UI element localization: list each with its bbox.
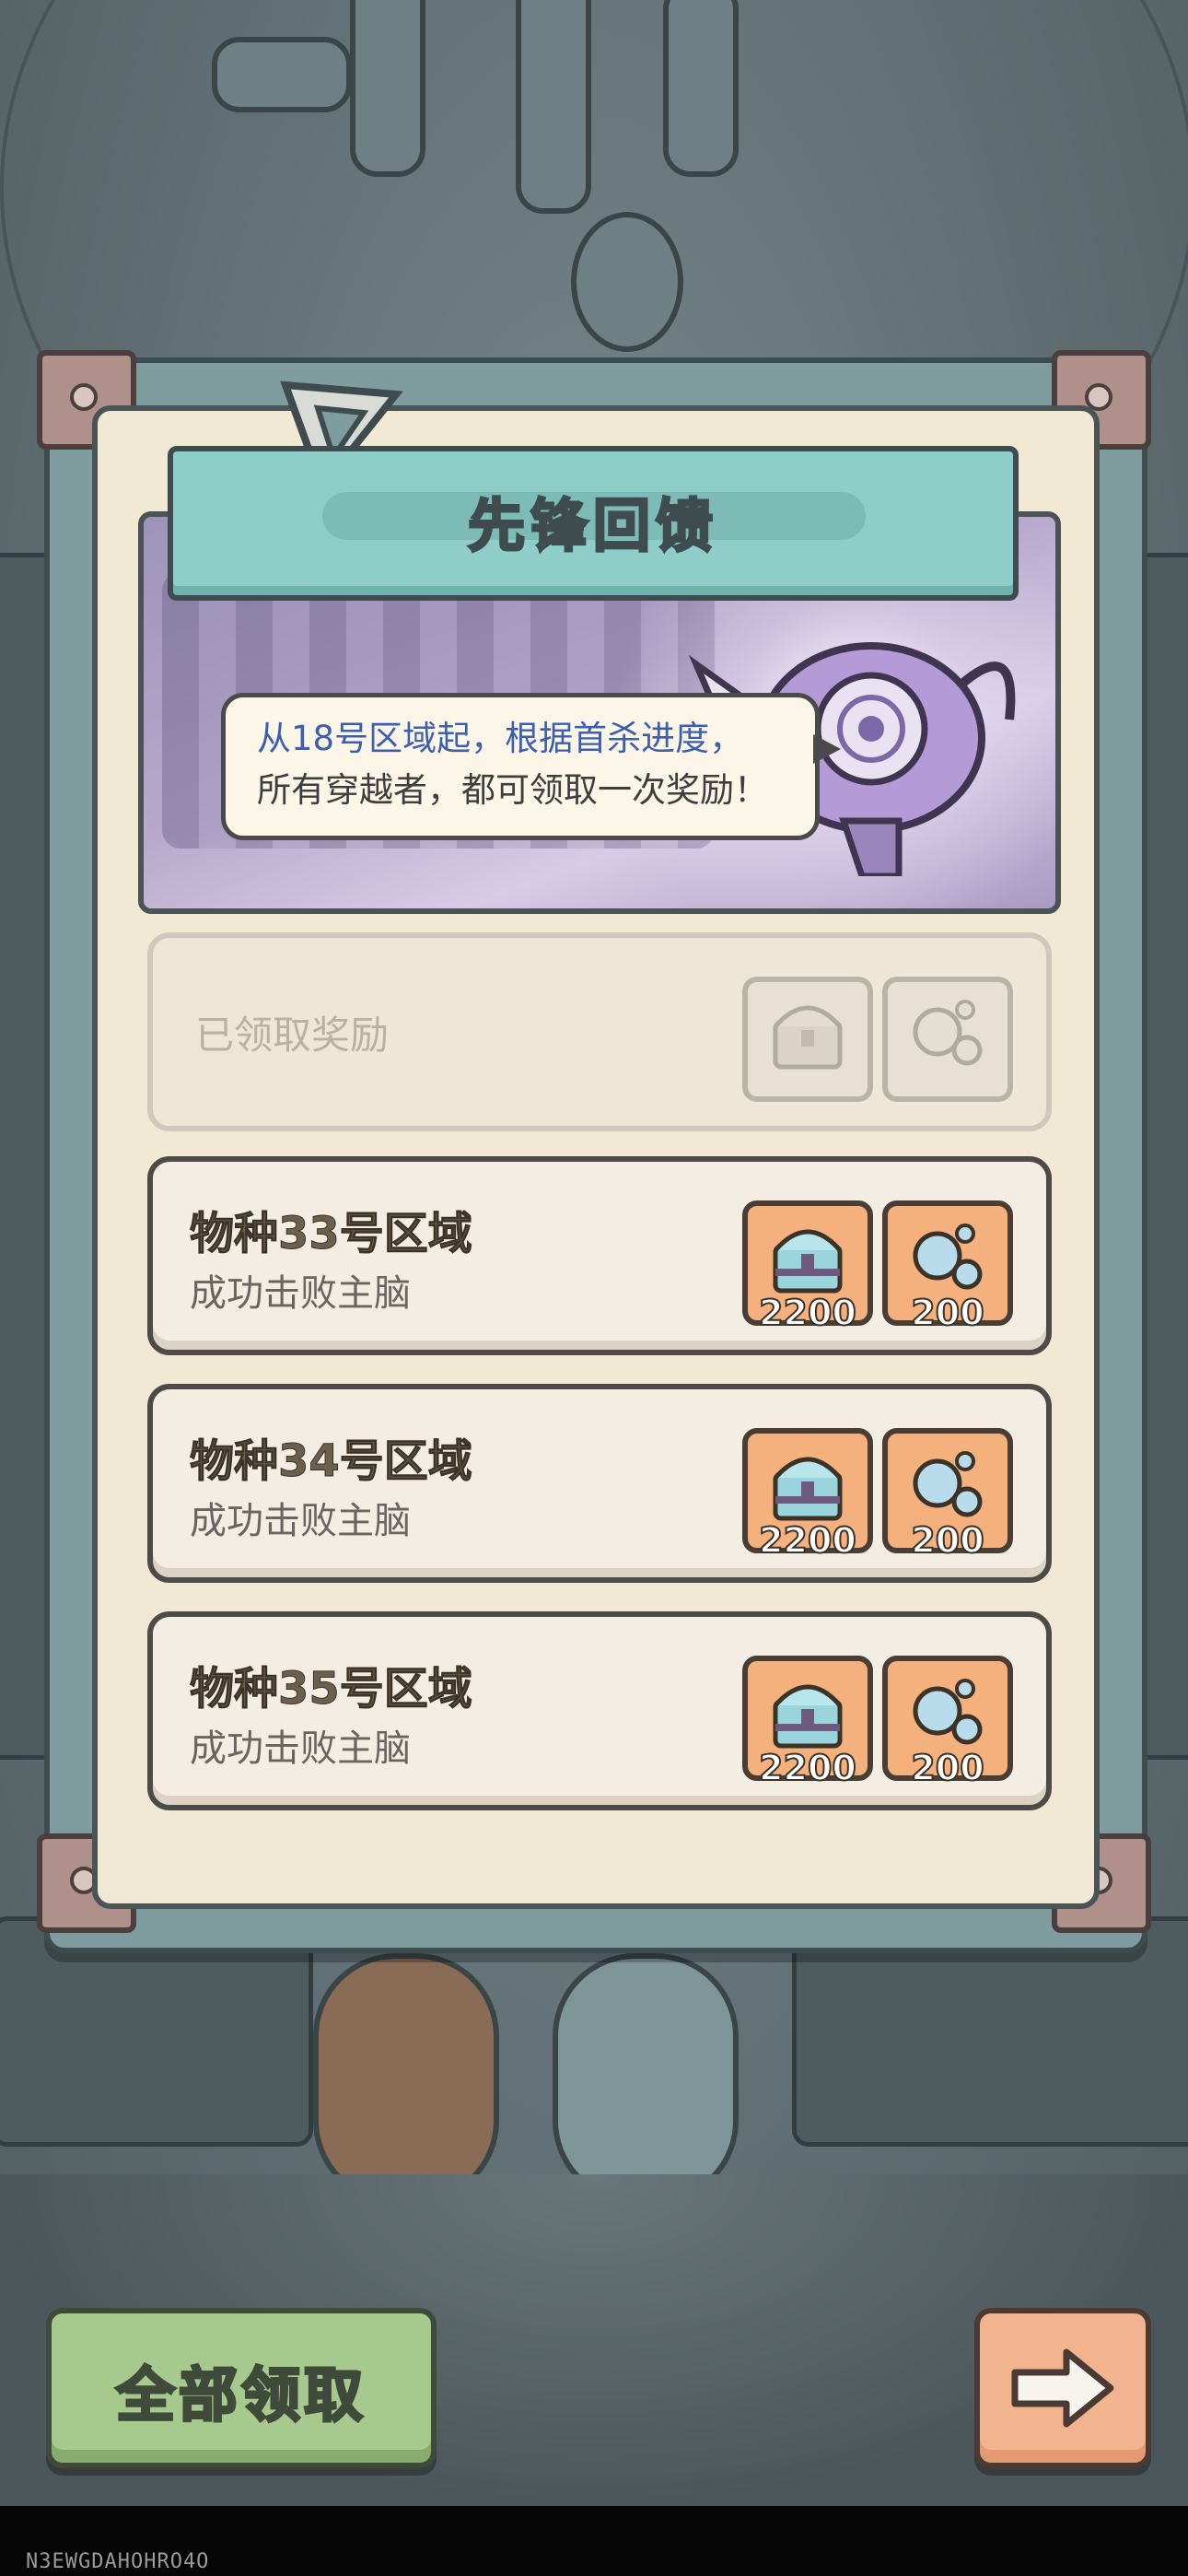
chest-icon (773, 1229, 843, 1294)
gem-amount: 200 (910, 1292, 984, 1334)
gem-orbs-icon (913, 1224, 983, 1290)
claim-all-button[interactable]: 全部领取 (46, 2308, 437, 2468)
row-subtitle: 成功击败主脑 (190, 1500, 411, 1542)
character-left (313, 1953, 499, 2204)
gem-amount: 200 (910, 1747, 984, 1789)
chest-reward[interactable]: 2200 (742, 1428, 873, 1562)
chest-amount: 2200 (758, 1292, 857, 1334)
chest-icon (773, 1684, 843, 1749)
claimed-reward-row: 已领取奖励 (147, 932, 1052, 1131)
pipe (212, 37, 352, 112)
pipe (516, 0, 591, 214)
chest-reward[interactable]: 2200 (742, 1200, 873, 1334)
arrow-right-icon (1011, 2348, 1114, 2428)
pipe (350, 0, 425, 177)
claimed-label: 已领取奖励 (195, 1013, 390, 1058)
claim-all-label: 全部领取 (115, 2361, 367, 2432)
gem-reward[interactable]: 200 (882, 1200, 1013, 1334)
reward-row-35[interactable]: 物种35号区域 成功击败主脑 2200 200 (147, 1611, 1052, 1810)
chest-icon (773, 1457, 843, 1521)
gem-orbs-icon (913, 1679, 983, 1745)
chest-amount: 2200 (758, 1747, 857, 1789)
gem-reward[interactable]: 200 (882, 1428, 1013, 1562)
chest-icon (773, 1005, 843, 1070)
row-subtitle: 成功击败主脑 (190, 1727, 411, 1770)
pipe (663, 0, 739, 177)
character-right (553, 1953, 739, 2204)
claimed-chest-reward (742, 977, 873, 1102)
reward-row-33[interactable]: 物种33号区域 成功击败主脑 2200 200 (147, 1156, 1052, 1355)
chest-reward[interactable]: 2200 (742, 1656, 873, 1789)
row-title: 物种35号区域 (190, 1663, 473, 1715)
reward-row-34[interactable]: 物种34号区域 成功击败主脑 2200 200 (147, 1384, 1052, 1583)
gem-orbs-icon (913, 1000, 983, 1066)
speech-text-line2: 所有穿越者，都可领取一次奖励！ (257, 770, 768, 810)
next-button[interactable] (974, 2308, 1151, 2468)
gem-amount: 200 (910, 1519, 984, 1562)
footer-id: N3EWGDAHOHRO4O (26, 2550, 210, 2573)
row-subtitle: 成功击败主脑 (190, 1272, 411, 1315)
pod (571, 212, 683, 352)
gem-orbs-icon (913, 1451, 983, 1517)
page-title: 先锋回馈 (466, 491, 718, 561)
chest-amount: 2200 (758, 1519, 857, 1562)
gem-reward[interactable]: 200 (882, 1656, 1013, 1789)
speech-text-line1: 从18号区域起，根据首杀进度， (257, 719, 744, 758)
title-bar: 先锋回馈 (168, 446, 1019, 601)
claimed-gem-reward (882, 977, 1013, 1102)
speech-bubble: 从18号区域起，根据首杀进度， 所有穿越者，都可领取一次奖励！ (221, 693, 841, 840)
row-title: 物种34号区域 (190, 1435, 473, 1488)
row-title: 物种33号区域 (190, 1208, 473, 1260)
